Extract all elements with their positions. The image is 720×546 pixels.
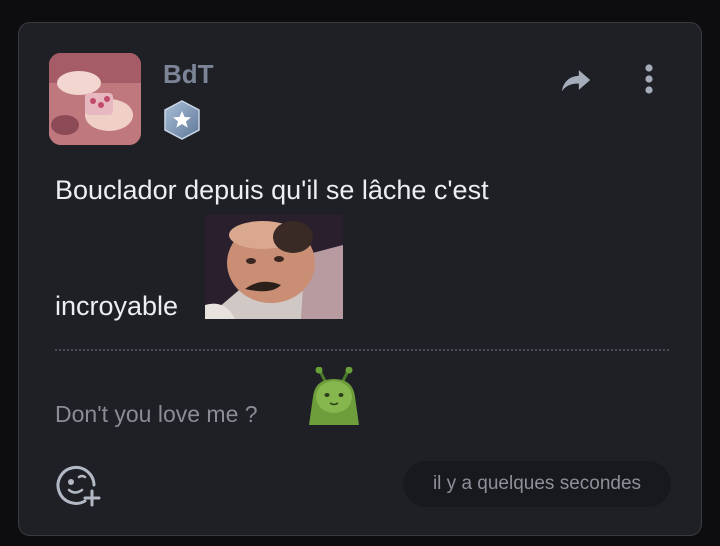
more-options-button[interactable] — [635, 59, 663, 99]
add-reaction-icon — [56, 465, 101, 507]
add-reaction-button[interactable] — [55, 463, 101, 507]
avatar[interactable] — [49, 53, 141, 145]
message-text-line1: Bouclador depuis qu'il se lâche c'est — [55, 175, 489, 205]
share-forward-icon — [561, 70, 591, 92]
share-button[interactable] — [557, 61, 595, 99]
risitas-emote-image — [205, 215, 343, 319]
alien-cat-emote-image — [305, 366, 363, 425]
star-hexagon-badge-icon — [161, 99, 203, 141]
vertical-ellipsis-icon — [645, 64, 653, 94]
signature-text: Don't you love me ? — [55, 401, 258, 427]
message-text-line2: incroyable — [55, 291, 179, 321]
avatar-image — [49, 53, 141, 145]
author-name[interactable]: BdT — [163, 59, 214, 90]
post-timestamp: il y a quelques secondes — [403, 461, 671, 507]
signature-divider — [55, 349, 669, 351]
post-card: BdT Bouclador depuis qu'il se lâche c'es… — [18, 22, 702, 536]
